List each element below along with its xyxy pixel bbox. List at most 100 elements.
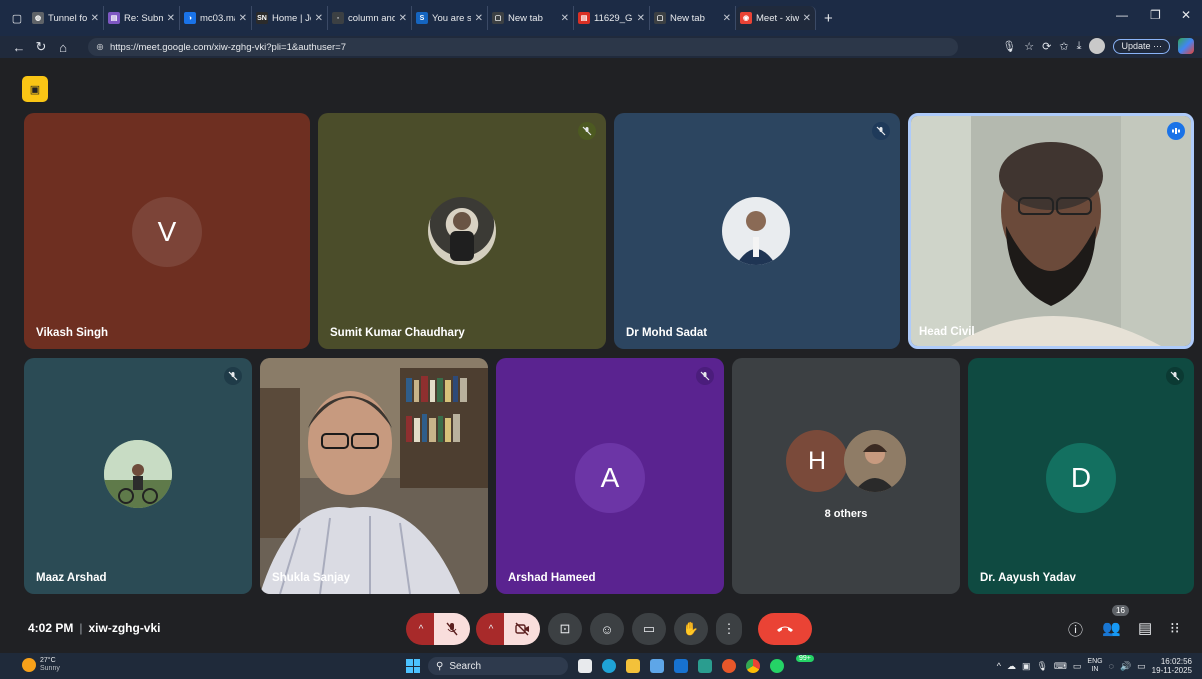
participant-tile[interactable]: V Vikash Singh: [24, 113, 310, 349]
tab-actions-icon[interactable]: ▢: [6, 12, 28, 25]
home-icon[interactable]: ⌂: [52, 40, 74, 55]
participant-name: Sumit Kumar Chaudhary: [330, 327, 465, 339]
language-indicator[interactable]: ENG IN: [1087, 658, 1102, 674]
avatar: H: [786, 430, 848, 492]
address-bar-row: ← ↻ ⌂ ⊕ https://meet.google.com/xiw-zghg…: [0, 36, 1202, 58]
weather-desc: Sunny: [40, 665, 60, 672]
browser-tab[interactable]: SN Home | Journal ✕: [252, 6, 328, 30]
restore-icon[interactable]: ❐: [1150, 8, 1161, 22]
volume-icon[interactable]: 🔊: [1120, 661, 1131, 672]
chrome-icon[interactable]: [746, 659, 760, 673]
weather-widget[interactable]: 27°C Sunny: [22, 657, 60, 673]
participant-tile[interactable]: Sumit Kumar Chaudhary: [318, 113, 606, 349]
taskview-icon[interactable]: [578, 659, 592, 673]
tab-favicon-icon: ▢: [492, 12, 504, 24]
teams-icon[interactable]: [698, 659, 712, 673]
notification-badge: 99+: [796, 655, 814, 662]
present-screen-button[interactable]: ⊡: [548, 613, 582, 645]
mic-permission-icon[interactable]: 🎙: [1002, 40, 1016, 53]
participant-tile[interactable]: Maaz Arshad: [24, 358, 252, 594]
mic-tray-icon[interactable]: 🎙: [1036, 661, 1047, 672]
more-vert-icon: ⋮: [722, 621, 736, 636]
tab-close-icon[interactable]: ✕: [399, 13, 407, 24]
participant-tile[interactable]: Shukla Sanjay: [260, 358, 488, 594]
url-bar[interactable]: ⊕ https://meet.google.com/xiw-zghg-vki?p…: [88, 38, 958, 56]
tray-expand-icon[interactable]: ^: [997, 661, 1001, 671]
minimize-icon[interactable]: —: [1116, 8, 1128, 22]
site-info-icon[interactable]: ⊕: [96, 42, 104, 53]
people-button[interactable]: 👥 16: [1102, 605, 1129, 637]
profile-avatar[interactable]: [1089, 38, 1106, 54]
search-placeholder: Search: [449, 660, 482, 672]
new-tab-button[interactable]: +: [824, 10, 833, 27]
tab-close-icon[interactable]: ✕: [803, 13, 811, 24]
browser-tab[interactable]: ◉ Meet - xiw ✕: [736, 6, 816, 30]
meet-controls-bar: 4:02 PM | xiw-zghg-vki ^ ^ ⊡ ☺ ▭ ✋ ⋮ ⓘ 👥 1…: [0, 605, 1202, 653]
browser-tab[interactable]: ◑ mc03.manusc ✕: [180, 6, 252, 30]
tab-close-icon[interactable]: ✕: [723, 13, 731, 24]
more-options-button[interactable]: ⋮: [716, 613, 742, 645]
window-close-icon[interactable]: ✕: [1181, 8, 1191, 22]
wifi-icon[interactable]: ◌: [1109, 661, 1114, 671]
browser-tab[interactable]: ◦ column and ✕: [328, 6, 412, 30]
windows-start-icon[interactable]: [406, 659, 420, 673]
browser-tab[interactable]: ▢ New tab ✕: [488, 6, 574, 30]
browser-tab[interactable]: ▢ New tab ✕: [650, 6, 736, 30]
tab-title: column and: [348, 12, 395, 24]
keyboard-icon[interactable]: ⌨: [1054, 661, 1067, 672]
refresh-extension-icon[interactable]: ⟳: [1042, 40, 1051, 53]
whatsapp-icon[interactable]: [770, 659, 784, 673]
file-explorer-icon[interactable]: [626, 659, 640, 673]
app-icon[interactable]: [722, 659, 736, 673]
tab-close-icon[interactable]: ✕: [475, 13, 483, 24]
store-icon[interactable]: [650, 659, 664, 673]
chat-button[interactable]: ▤: [1138, 619, 1152, 637]
avatar: A: [575, 443, 645, 513]
tab-close-icon[interactable]: ✕: [637, 13, 645, 24]
participant-name: Arshad Hameed: [508, 572, 596, 584]
participant-tile[interactable]: A Arshad Hameed: [496, 358, 724, 594]
taskbar-search[interactable]: ⚲ Search: [428, 657, 568, 675]
collections-icon[interactable]: ✩: [1059, 40, 1068, 53]
meeting-info-button[interactable]: ⓘ: [1068, 619, 1083, 640]
browser-tab[interactable]: ▤ 11629_Guide ✕: [574, 6, 650, 30]
tab-close-icon[interactable]: ✕: [239, 13, 247, 24]
edge-icon[interactable]: [602, 659, 616, 673]
browser-tab[interactable]: ◍ Tunnel footing ✕: [28, 6, 104, 30]
browser-tab[interactable]: ▤ Re: Submission ✕: [104, 6, 180, 30]
microphone-toggle-button[interactable]: [434, 613, 470, 645]
activities-button[interactable]: ⁝⁝: [1170, 619, 1180, 637]
favorite-star-icon[interactable]: ☆: [1024, 40, 1034, 53]
tab-title: 11629_Guide: [594, 12, 633, 24]
update-button[interactable]: Update ⋯: [1113, 38, 1170, 54]
reload-icon[interactable]: ↻: [30, 39, 52, 55]
tab-close-icon[interactable]: ✕: [315, 13, 323, 24]
video-options-button[interactable]: ^: [476, 613, 506, 645]
audio-options-button[interactable]: ^: [406, 613, 436, 645]
others-tile[interactable]: H 8 others: [732, 358, 960, 594]
tab-favicon-icon: ◑: [184, 12, 196, 24]
battery-icon[interactable]: ▭: [1137, 661, 1146, 672]
display-icon[interactable]: ▭: [1073, 661, 1082, 672]
participant-tile-active-speaker[interactable]: Head Civil: [908, 113, 1194, 349]
tray-app-icon[interactable]: ▣: [1022, 661, 1031, 672]
cloud-icon[interactable]: ☁: [1007, 661, 1016, 672]
copilot-icon[interactable]: [1178, 38, 1194, 54]
avatar-letter: D: [1070, 462, 1092, 493]
camera-toggle-button[interactable]: [504, 613, 540, 645]
participant-tile[interactable]: Dr Mohd Sadat: [614, 113, 900, 349]
system-clock[interactable]: 16:02:56 19-11-2025: [1152, 657, 1192, 675]
download-icon[interactable]: ⤓: [1077, 40, 1082, 53]
browser-tab[interactable]: S You are signed ✕: [412, 6, 488, 30]
back-icon[interactable]: ←: [8, 40, 30, 55]
outlook-icon[interactable]: [674, 659, 688, 673]
recording-indicator-icon[interactable]: ▣: [22, 76, 48, 102]
raise-hand-button[interactable]: ✋: [674, 613, 708, 645]
reactions-button[interactable]: ☺: [590, 613, 624, 645]
captions-button[interactable]: ▭: [632, 613, 666, 645]
tab-close-icon[interactable]: ✕: [167, 13, 175, 24]
tab-close-icon[interactable]: ✕: [91, 13, 99, 24]
participant-tile[interactable]: D Dr. Aayush Yadav: [968, 358, 1194, 594]
leave-call-button[interactable]: [758, 613, 812, 645]
tab-close-icon[interactable]: ✕: [561, 13, 569, 24]
